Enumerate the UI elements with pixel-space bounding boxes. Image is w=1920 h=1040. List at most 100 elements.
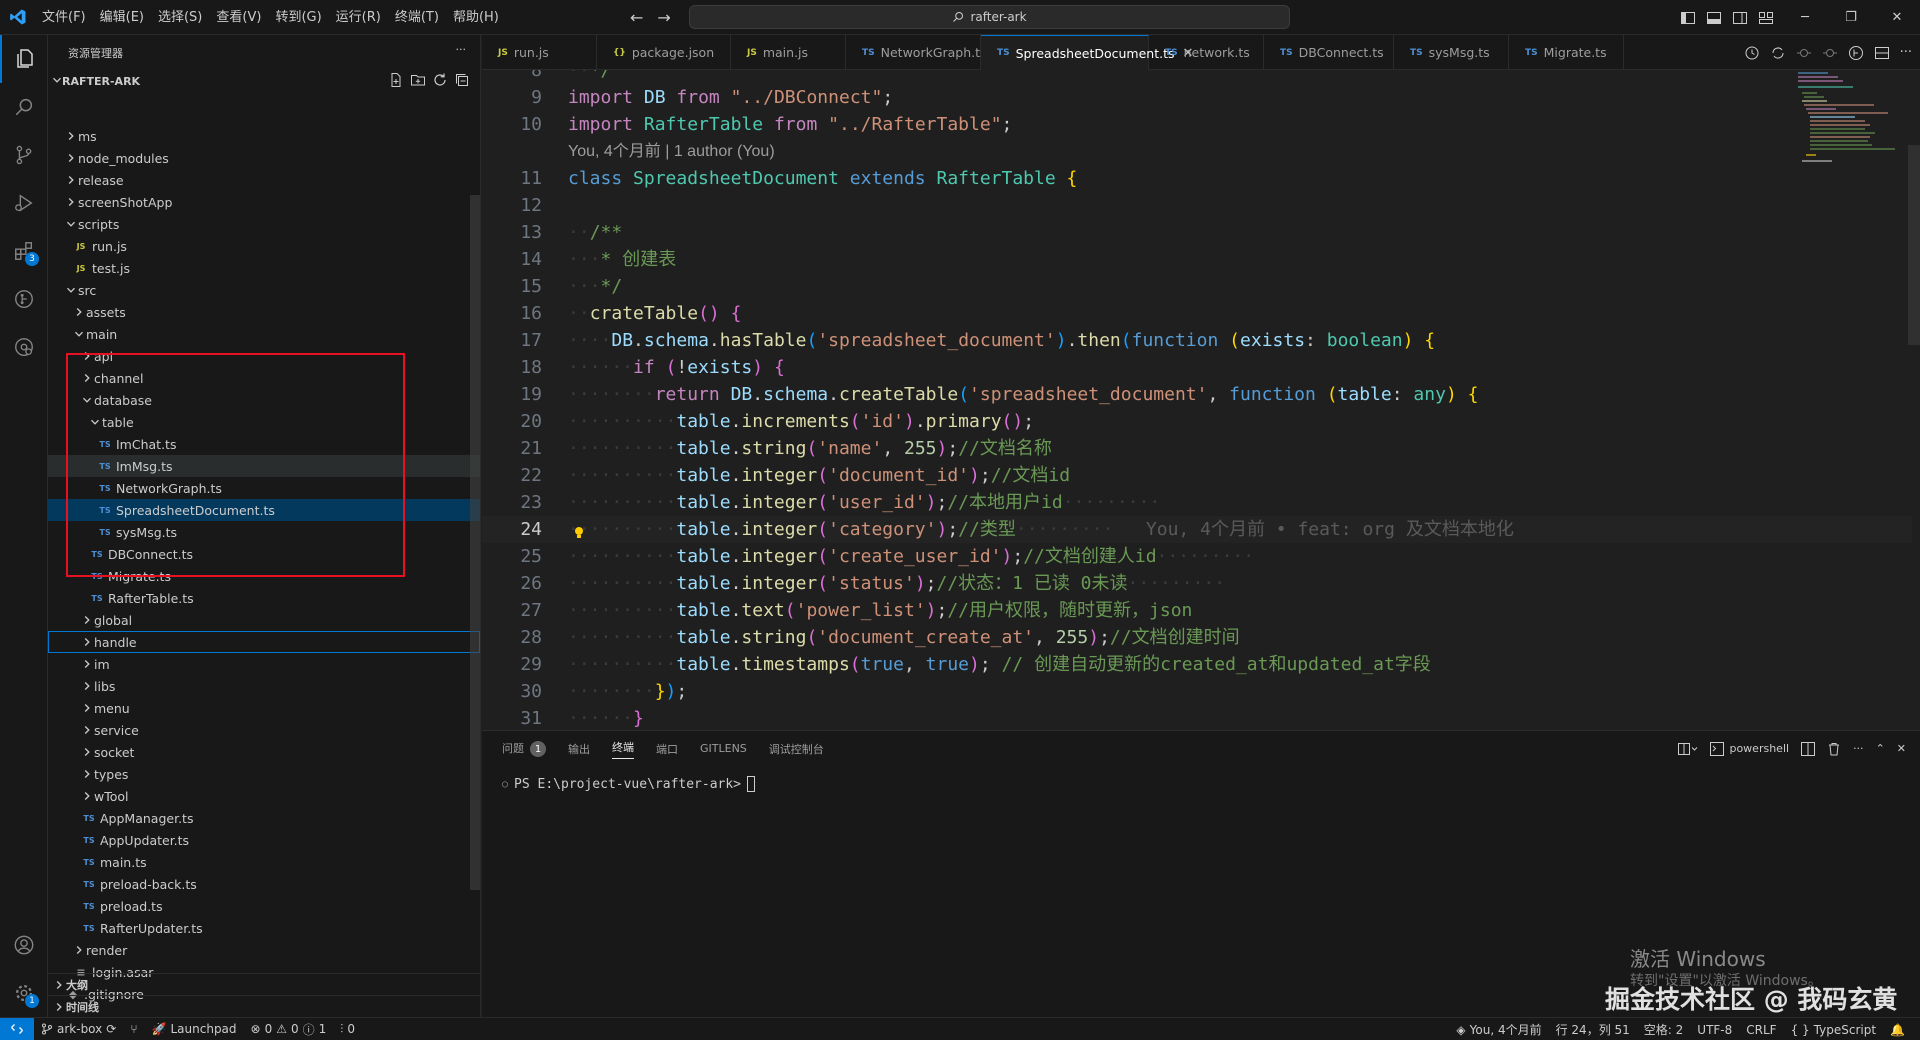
tree-file[interactable]: TS ImChat.ts <box>48 433 480 455</box>
tree-folder[interactable]: assets <box>48 301 480 323</box>
tree-folder[interactable]: im <box>48 653 480 675</box>
panel-tab[interactable]: 问题 1 <box>502 740 546 758</box>
menu-item-6[interactable]: 终端(T) <box>388 0 446 35</box>
customize-layout-icon[interactable] <box>1758 10 1774 26</box>
language-mode[interactable]: { } TypeScript <box>1784 1023 1883 1037</box>
remote-indicator[interactable] <box>0 1017 34 1040</box>
tree-file[interactable]: TS AppUpdater.ts <box>48 829 480 851</box>
tree-folder[interactable]: handle <box>48 631 480 653</box>
sidebar-scrollbar[interactable] <box>470 195 480 890</box>
tree-file[interactable]: TS DBConnect.ts <box>48 543 480 565</box>
tree-folder[interactable]: release <box>48 169 480 191</box>
tree-folder[interactable]: database <box>48 389 480 411</box>
editor-tab[interactable]: TS network.ts <box>1149 35 1264 70</box>
tree-folder[interactable]: screenShotApp <box>48 191 480 213</box>
sidebar-section[interactable]: 大纲 <box>48 973 480 995</box>
tree-file[interactable]: JS run.js <box>48 235 480 257</box>
gitlens-inspect-icon[interactable] <box>1848 45 1864 61</box>
split-editor-icon[interactable] <box>1874 45 1890 61</box>
encoding[interactable]: UTF-8 <box>1690 1023 1739 1037</box>
next-change-icon[interactable] <box>1822 45 1838 61</box>
editor-tab[interactable]: {} package.json <box>597 35 731 70</box>
tree-folder[interactable]: libs <box>48 675 480 697</box>
tree-folder[interactable]: scripts <box>48 213 480 235</box>
menu-item-1[interactable]: 编辑(E) <box>93 0 151 35</box>
lightbulb-icon[interactable] <box>574 521 584 538</box>
tree-folder[interactable]: menu <box>48 697 480 719</box>
tree-file[interactable]: TS preload-back.ts <box>48 873 480 895</box>
collapse-all-icon[interactable] <box>454 72 470 88</box>
editor-tab[interactable]: TS NetworkGraph.ts <box>846 35 987 70</box>
open-changes-icon[interactable] <box>1770 45 1786 61</box>
editor-tab[interactable]: TS sysMsg.ts <box>1394 35 1509 70</box>
editor-scrollbar[interactable] <box>1908 145 1920 345</box>
tree-file[interactable]: TS SpreadsheetDocument.ts <box>48 499 480 521</box>
editor-tab[interactable]: TS DBConnect.ts <box>1264 35 1394 70</box>
explorer-activity[interactable] <box>0 35 48 83</box>
tree-file[interactable]: TS NetworkGraph.ts <box>48 477 480 499</box>
tree-folder[interactable]: service <box>48 719 480 741</box>
tree-folder[interactable]: types <box>48 763 480 785</box>
panel-tab[interactable]: 终端 <box>612 739 634 759</box>
panel-tab[interactable]: 端口 <box>656 741 678 757</box>
editor-tab[interactable]: JS main.js <box>731 35 846 70</box>
panel-tab[interactable]: 输出 <box>568 741 590 757</box>
search-activity[interactable] <box>0 83 48 131</box>
tree-folder[interactable]: src <box>48 279 480 301</box>
forward-arrow-icon[interactable]: → <box>657 8 670 27</box>
terminal-output[interactable]: ○ PS E:\project-vue\rafter-ark> <box>502 776 756 792</box>
more-actions-icon[interactable]: ··· <box>1853 742 1864 755</box>
tree-folder[interactable]: main <box>48 323 480 345</box>
tree-folder[interactable]: ms <box>48 125 480 147</box>
more-actions-icon[interactable]: ··· <box>1900 45 1912 60</box>
new-terminal-split-icon[interactable] <box>1678 742 1698 756</box>
previous-change-icon[interactable] <box>1796 45 1812 61</box>
problems-status[interactable]: ⊗ 0 ⚠ 0 ⓘ 1 <box>244 1021 334 1038</box>
ports-status[interactable]: ⫶ 0 <box>333 1022 362 1037</box>
branch-status[interactable]: ark-box ⟳ <box>34 1022 123 1036</box>
gitlens-graph-status[interactable]: ⑂ <box>123 1022 144 1036</box>
toggle-primary-sidebar-icon[interactable] <box>1680 10 1696 26</box>
toggle-panel-icon[interactable] <box>1706 10 1722 26</box>
gitlens-activity[interactable] <box>0 275 48 323</box>
menu-item-3[interactable]: 查看(V) <box>209 0 268 35</box>
tree-file[interactable]: TS AppManager.ts <box>48 807 480 829</box>
panel-tab[interactable]: GITLENS <box>700 742 747 755</box>
new-file-icon[interactable] <box>388 72 404 88</box>
tree-file[interactable]: TS preload.ts <box>48 895 480 917</box>
tree-file[interactable]: TS sysMsg.ts <box>48 521 480 543</box>
panel-tab[interactable]: 调试控制台 <box>769 741 824 757</box>
menu-item-5[interactable]: 运行(R) <box>329 0 388 35</box>
tree-file[interactable]: TS Migrate.ts <box>48 565 480 587</box>
notifications[interactable]: 🔔 <box>1883 1023 1912 1037</box>
sidebar-section[interactable]: 时间线 <box>48 995 480 1017</box>
tree-folder[interactable]: render <box>48 939 480 961</box>
minimap[interactable] <box>1796 70 1916 170</box>
menu-item-7[interactable]: 帮助(H) <box>446 0 506 35</box>
menu-item-0[interactable]: 文件(F) <box>35 0 93 35</box>
tree-file[interactable]: TS ImMsg.ts <box>48 455 480 477</box>
command-center-search[interactable]: rafter-ark <box>689 5 1290 29</box>
back-arrow-icon[interactable]: ← <box>630 8 643 27</box>
tree-folder[interactable]: global <box>48 609 480 631</box>
workspace-root[interactable]: RAFTER-ARK <box>48 70 480 92</box>
kill-terminal-icon[interactable] <box>1827 742 1841 756</box>
codelens-line[interactable]: You, 4个月前 | 1 author (You) <box>482 138 1912 165</box>
cursor-position[interactable]: 行 24，列 51 <box>1549 1021 1637 1038</box>
code-editor[interactable]: 8 ··*/ 9 import DB from "../DBConnect"; 10 im… <box>482 70 1920 730</box>
end-of-line[interactable]: CRLF <box>1739 1023 1783 1037</box>
indentation[interactable]: 空格: 2 <box>1637 1021 1691 1038</box>
accounts-activity[interactable] <box>0 921 48 969</box>
remote-explorer-activity[interactable] <box>0 323 48 371</box>
tree-file[interactable]: TS RafterTable.ts <box>48 587 480 609</box>
split-terminal-icon[interactable] <box>1801 741 1816 756</box>
source-control-activity[interactable] <box>0 131 48 179</box>
refresh-icon[interactable] <box>432 72 448 88</box>
editor-tab[interactable]: TS Migrate.ts <box>1509 35 1624 70</box>
tree-folder[interactable]: node_modules <box>48 147 480 169</box>
menu-item-4[interactable]: 转到(G) <box>268 0 328 35</box>
minimize-icon[interactable]: ─ <box>1782 0 1828 35</box>
tree-file[interactable]: TS main.ts <box>48 851 480 873</box>
tree-folder[interactable]: wTool <box>48 785 480 807</box>
tree-folder[interactable]: socket <box>48 741 480 763</box>
